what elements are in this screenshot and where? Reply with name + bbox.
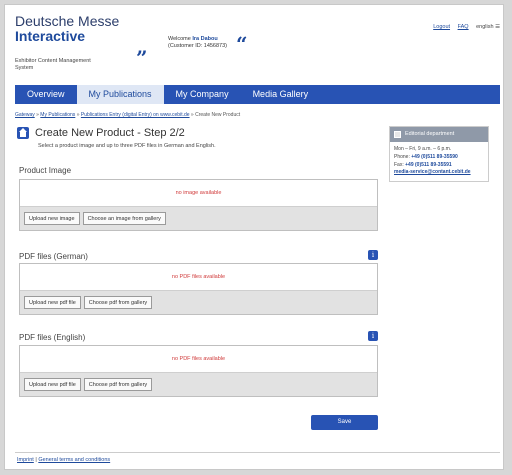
editorial-sidebar: Editorial department Mon – Fri, 9 a.m. –… — [389, 126, 489, 182]
welcome-message: Welcome Ira Dabou (Customer ID: 1456873) — [168, 36, 227, 50]
top-links: Logout FAQ english ☰ — [427, 24, 500, 30]
no-pdf-german-message: no PDF files available — [20, 264, 377, 290]
choose-pdf-english-gallery-button[interactable]: Choose pdf from gallery — [83, 378, 153, 391]
no-image-message: no image available — [20, 180, 377, 206]
tab-my-publications[interactable]: My Publications — [76, 85, 164, 104]
customer-id: (Customer ID: 1456873) — [168, 43, 227, 50]
sidebar-header: Editorial department — [390, 127, 488, 142]
open-quote-icon: ” — [136, 46, 148, 70]
save-button[interactable]: Save — [311, 415, 378, 430]
info-icon[interactable]: i — [368, 331, 378, 341]
product-image-box: no image available Upload new image Choo… — [19, 179, 378, 231]
fax-row: Fax: +49 (0)511 89-35591 — [394, 161, 452, 168]
breadcrumb-my-publications[interactable]: My Publications — [40, 112, 75, 118]
page-subtitle: Select a product image and up to three P… — [38, 143, 216, 149]
contact-icon — [394, 131, 401, 138]
logout-link[interactable]: Logout — [433, 24, 450, 30]
user-name: Ira Dabou — [192, 36, 218, 42]
breadcrumb-current: Create New Product — [195, 112, 241, 118]
home-icon[interactable] — [17, 127, 29, 139]
sidebar-title: Editorial department — [405, 131, 455, 137]
breadcrumb: Gateway » My Publications » Publications… — [15, 112, 241, 118]
upload-image-button[interactable]: Upload new image — [24, 212, 80, 225]
tab-media-gallery[interactable]: Media Gallery — [241, 85, 321, 104]
tab-overview[interactable]: Overview — [15, 85, 77, 104]
no-pdf-english-message: no PDF files available — [20, 346, 377, 372]
image-button-bar: Upload new image Choose an image from ga… — [20, 206, 377, 230]
imprint-link[interactable]: Imprint — [17, 457, 34, 463]
sidebar-body: Mon – Fri, 9 a.m. – 6 p.m. Phone: +49 (0… — [390, 142, 488, 181]
choose-pdf-german-gallery-button[interactable]: Choose pdf from gallery — [83, 296, 153, 309]
product-image-label: Product Image — [19, 166, 72, 175]
pdf-german-label: PDF files (German) — [19, 252, 88, 261]
breadcrumb-gateway[interactable]: Gateway — [15, 112, 35, 118]
pdf-german-button-bar: Upload new pdf file Choose pdf from gall… — [20, 290, 377, 314]
pdf-english-label: PDF files (English) — [19, 333, 86, 342]
main-nav: Overview My Publications My Company Medi… — [15, 85, 500, 104]
tab-my-company[interactable]: My Company — [164, 85, 241, 104]
pdf-english-button-bar: Upload new pdf file Choose pdf from gall… — [20, 372, 377, 396]
phone-row: Phone: +49 (0)511 89-35590 — [394, 153, 458, 160]
language-selector[interactable]: english ☰ — [476, 24, 500, 30]
footer-divider — [15, 452, 500, 453]
phone-number: +49 (0)511 89-35590 — [411, 153, 458, 160]
fax-number: +49 (0)511 89-35591 — [405, 161, 452, 168]
upload-pdf-english-button[interactable]: Upload new pdf file — [24, 378, 81, 391]
pdf-german-box: no PDF files available Upload new pdf fi… — [19, 263, 378, 315]
brand-subtitle: Exhibitor Content Management System — [15, 58, 91, 71]
brand-line2: Interactive — [15, 28, 86, 45]
close-quote-icon: “ — [236, 32, 248, 56]
page-title: Create New Product - Step 2/2 — [17, 127, 185, 139]
pdf-english-box: no PDF files available Upload new pdf fi… — [19, 345, 378, 397]
terms-link[interactable]: General terms and conditions — [38, 457, 110, 463]
footer: Imprint | General terms and conditions — [17, 457, 111, 463]
page-title-text: Create New Product - Step 2/2 — [35, 127, 185, 139]
brand-logo[interactable]: Deutsche Messe Interactive — [15, 13, 120, 45]
brand-line1: Deutsche Messe — [15, 13, 120, 29]
page-frame — [4, 4, 504, 470]
email-link[interactable]: media-service@contant.cebit.de — [394, 169, 471, 175]
faq-link[interactable]: FAQ — [458, 24, 469, 30]
office-hours: Mon – Fri, 9 a.m. – 6 p.m. — [394, 146, 452, 152]
breadcrumb-publications-entry[interactable]: Publications Entry (digital Entry) on ww… — [81, 112, 190, 118]
info-icon[interactable]: i — [368, 250, 378, 260]
upload-pdf-german-button[interactable]: Upload new pdf file — [24, 296, 81, 309]
choose-image-gallery-button[interactable]: Choose an image from gallery — [82, 212, 166, 225]
